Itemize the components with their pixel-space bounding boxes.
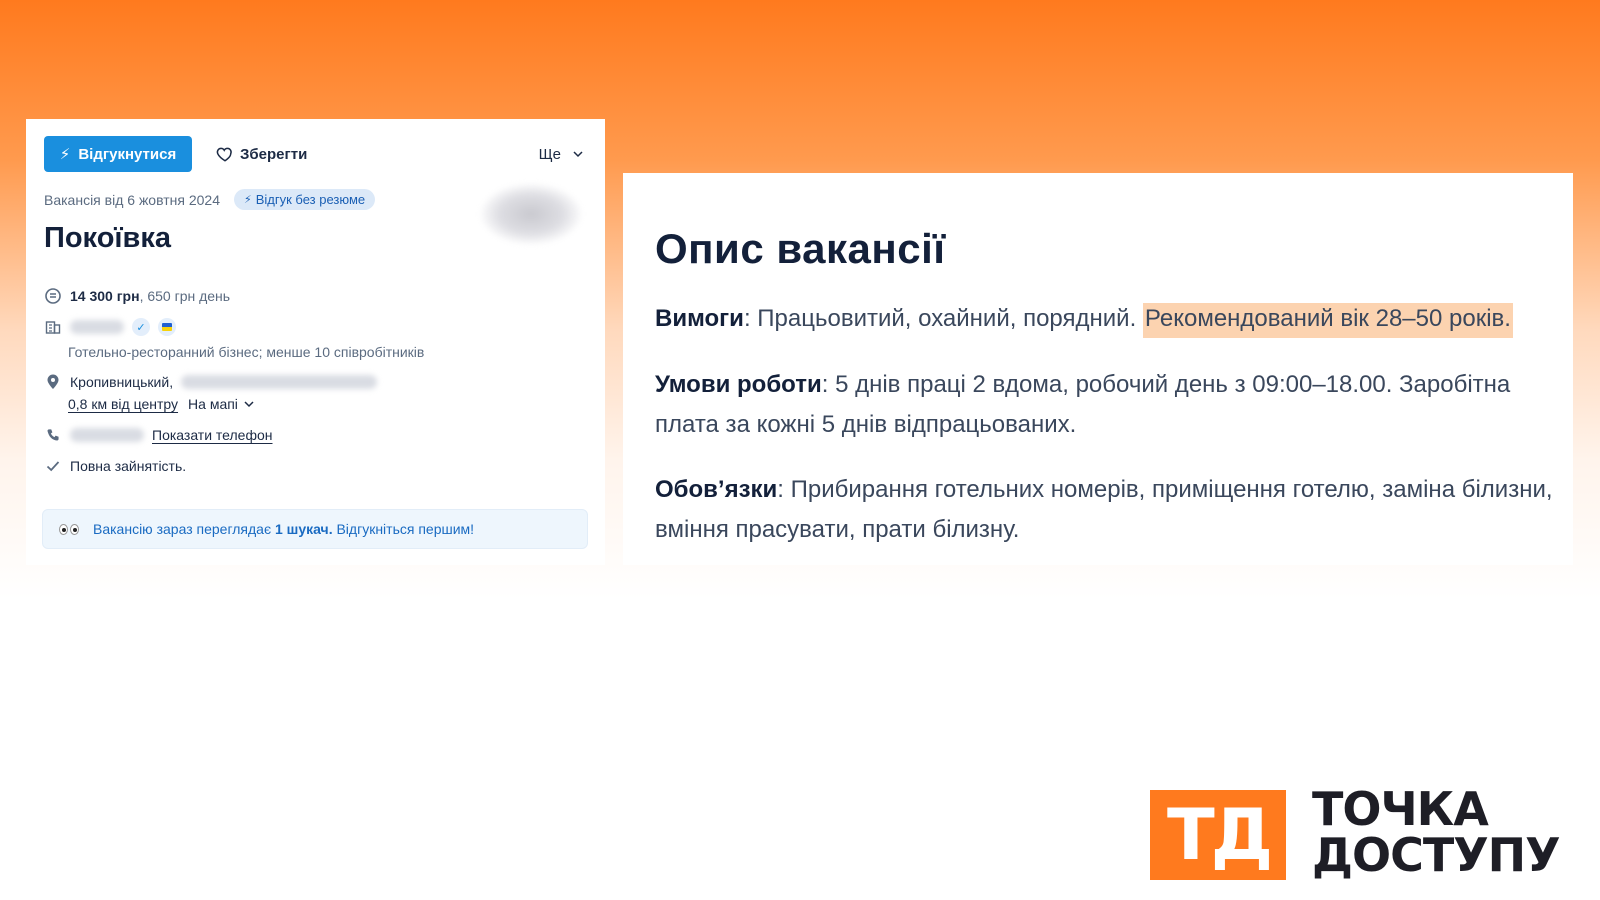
- city: Кропивницький,: [70, 374, 174, 390]
- conditions-paragraph: Умови роботи: 5 днів праці 2 вдома, робо…: [655, 365, 1555, 445]
- save-button-label: Зберегти: [240, 145, 308, 163]
- map-toggle-label: На мапі: [188, 396, 238, 412]
- banner-prefix: Вакансію зараз переглядає: [93, 521, 275, 537]
- bolt-icon: ⚡: [59, 145, 71, 163]
- phone-icon: [44, 426, 62, 444]
- check-icon: [44, 457, 62, 475]
- vacancy-card: ⚡ Відгукнутися Зберегти Ще Вакансія від …: [26, 119, 605, 565]
- show-phone-link[interactable]: Показати телефон: [152, 427, 273, 443]
- company-row: ✓: [44, 318, 176, 336]
- distance-link[interactable]: 0,8 км від центру: [68, 396, 178, 412]
- requirements-text: : Працьовитий, охайний, порядний.: [743, 305, 1143, 332]
- duties-text: : Прибирання готельних номерів, приміщен…: [655, 476, 1553, 543]
- posted-row: Вакансія від 6 жовтня 2024 ⚡ Відгук без …: [44, 189, 376, 210]
- no-resume-badge-label: Відгук без резюме: [255, 192, 366, 207]
- requirements-label: Вимоги: [655, 305, 744, 332]
- salary-amount: 14 300 грн: [70, 288, 140, 304]
- more-menu-label: Ще: [538, 145, 561, 163]
- bolt-icon: ⚡: [243, 194, 252, 206]
- banner-viewers-count: 1 шукач.: [274, 521, 333, 537]
- respond-button-label: Відгукнутися: [78, 145, 177, 163]
- employment-type: Повна зайнятість.: [70, 458, 187, 474]
- age-highlight: Рекомендований вік 28–50 років.: [1142, 303, 1513, 338]
- more-menu[interactable]: Ще: [539, 143, 583, 165]
- employment-row: Повна зайнятість.: [44, 457, 186, 475]
- company-description: Готельно-ресторанний бізнес; менше 10 сп…: [68, 344, 425, 360]
- location-pin-icon: [44, 373, 62, 391]
- address-redacted: [181, 375, 378, 389]
- eyes-icon: [59, 523, 79, 535]
- salary-row: 14 300 грн, 650 грн день: [44, 287, 230, 305]
- viewers-banner: Вакансію зараз переглядає 1 шукач. Відгу…: [42, 509, 588, 549]
- coin-icon: [44, 287, 62, 305]
- brand-logo-mark: ТД: [1150, 790, 1286, 880]
- chevron-down-icon: [573, 151, 583, 158]
- company-logo: [481, 184, 581, 244]
- conditions-label: Умови роботи: [655, 371, 822, 398]
- heart-icon: [216, 147, 232, 162]
- brand-logo-line1: ТОЧКА: [1312, 782, 1489, 836]
- banner-suffix: Відгукніться першим!: [332, 521, 475, 537]
- job-title: Покоївка: [44, 222, 172, 254]
- location-row: Кропивницький,: [44, 373, 378, 391]
- salary-daily: , 650 грн день: [139, 288, 231, 304]
- company-name-redacted[interactable]: [70, 320, 124, 334]
- building-icon: [44, 318, 62, 336]
- duties-label: Обов’язки: [655, 476, 778, 503]
- vacancy-description-card: Опис вакансії Вимоги: Працьовитий, охайн…: [623, 173, 1573, 565]
- ua-flag-icon: [158, 318, 176, 336]
- map-row: 0,8 км від центру На мапі: [68, 396, 254, 412]
- respond-button[interactable]: ⚡ Відгукнутися: [44, 136, 192, 172]
- phone-row: Показати телефон: [44, 426, 273, 444]
- no-resume-badge: ⚡ Відгук без резюме: [233, 189, 376, 210]
- duties-paragraph: Обов’язки: Прибирання готельних номерів,…: [655, 470, 1555, 550]
- contact-name-redacted: [70, 428, 144, 442]
- description-heading: Опис вакансії: [655, 225, 946, 272]
- chevron-down-icon: [244, 401, 254, 408]
- brand-logo-line2: ДОСТУПУ: [1312, 828, 1561, 882]
- verified-icon: ✓: [132, 318, 150, 336]
- map-toggle[interactable]: На мапі: [188, 396, 254, 412]
- save-button[interactable]: Зберегти: [216, 143, 307, 165]
- posted-date: Вакансія від 6 жовтня 2024: [44, 191, 220, 208]
- requirements-paragraph: Вимоги: Працьовитий, охайний, порядний. …: [655, 299, 1555, 339]
